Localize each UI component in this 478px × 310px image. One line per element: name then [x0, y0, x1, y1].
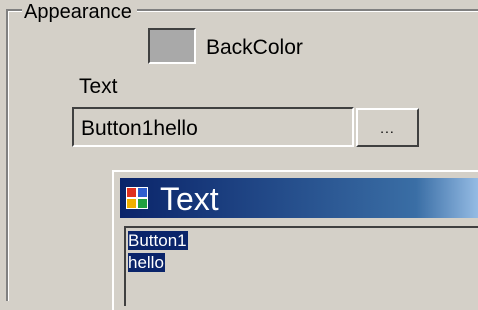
backcolor-label: BackColor: [206, 36, 303, 59]
dialog-titlebar[interactable]: Text: [120, 178, 478, 218]
dialog-title: Text: [160, 181, 219, 217]
text-dialog: Text Button1 hello: [112, 170, 478, 310]
text-memo[interactable]: Button1 hello: [124, 226, 478, 306]
memo-line-1-text: Button1: [128, 231, 188, 250]
memo-line-2: hello: [128, 252, 478, 274]
ellipsis-button[interactable]: ...: [356, 108, 419, 147]
groupbox-title: Appearance: [22, 2, 137, 22]
text-label: Text: [79, 75, 118, 98]
app-icon: [126, 187, 148, 209]
property-panel: Appearance BackColor Text Button1hello .…: [0, 0, 478, 310]
backcolor-swatch[interactable]: [148, 28, 196, 64]
memo-line-2-text: hello: [128, 253, 165, 272]
memo-line-1: Button1: [128, 230, 478, 252]
text-field[interactable]: Button1hello: [72, 107, 354, 147]
